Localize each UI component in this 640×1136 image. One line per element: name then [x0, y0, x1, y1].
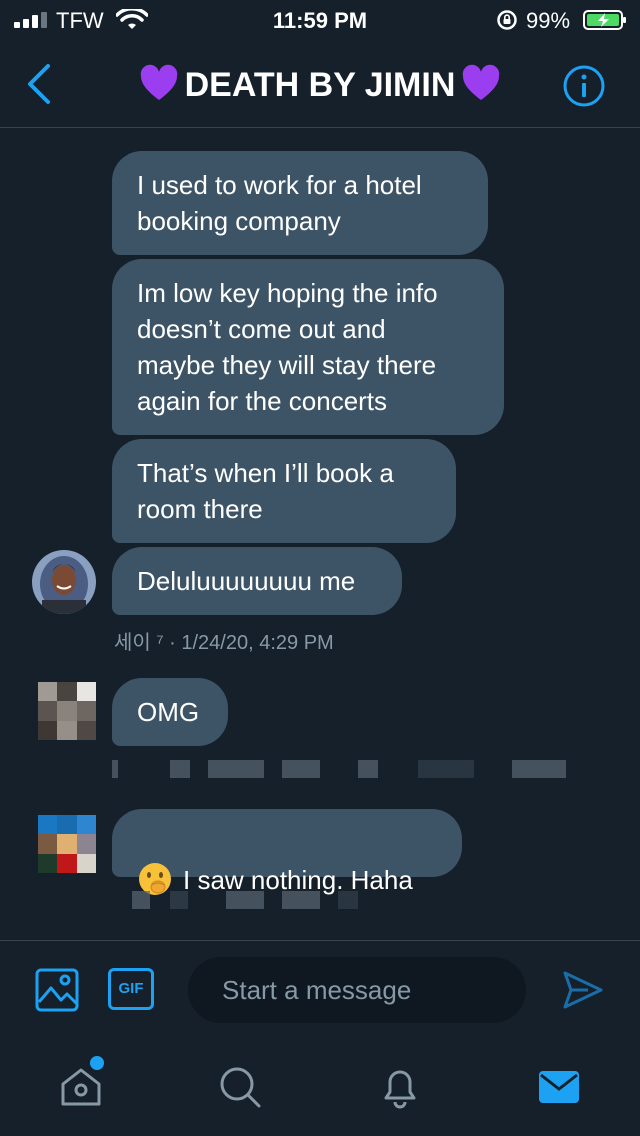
message-bubble[interactable]: Im low key hoping the info doesn’t come … — [112, 259, 504, 435]
message-timestamp: 세이 ⁷ · 1/24/20, 4:29 PM — [114, 632, 334, 654]
tab-bar — [0, 1040, 640, 1136]
battery-percent: 99% — [526, 8, 571, 33]
purple-heart-icon — [140, 64, 177, 100]
purple-heart-icon — [463, 64, 500, 100]
send-icon[interactable] — [562, 969, 604, 1011]
avatar-image — [32, 550, 96, 614]
rotation-lock-icon — [497, 10, 517, 30]
avatar[interactable] — [38, 682, 96, 740]
avatar[interactable] — [32, 550, 96, 614]
message-bubble[interactable]: OMG — [112, 678, 228, 746]
message-input[interactable] — [188, 957, 526, 1023]
conversation-header: DEATH BY JIMIN — [0, 40, 640, 128]
status-bar: TFW 11:59 PM 99% — [0, 0, 640, 40]
info-icon[interactable] — [562, 64, 606, 108]
blurred-timestamp — [112, 760, 572, 780]
message-bubble[interactable]: I used to work for a hotel booking compa… — [112, 151, 488, 255]
message-bubble[interactable]: I saw nothing. Haha — [112, 809, 462, 895]
battery-icon — [583, 10, 626, 30]
blurred-timestamp — [112, 891, 392, 911]
messages-icon[interactable] — [536, 1064, 582, 1110]
avatar[interactable] — [38, 815, 96, 873]
notifications-icon[interactable] — [377, 1064, 423, 1110]
gif-button[interactable]: GIF — [108, 968, 154, 1010]
conversation-title[interactable]: DEATH BY JIMIN — [0, 64, 640, 105]
message-composer: GIF — [0, 940, 640, 1040]
image-icon[interactable] — [35, 968, 79, 1012]
message-bubble[interactable]: That’s when I’ll book a room there — [112, 439, 456, 543]
notification-dot — [90, 1056, 104, 1070]
search-icon[interactable] — [217, 1064, 263, 1110]
message-bubble[interactable]: Deluluuuuuuuu me — [112, 547, 402, 615]
conversation-title-text: DEATH BY JIMIN — [184, 66, 456, 104]
home-icon[interactable] — [58, 1064, 104, 1110]
